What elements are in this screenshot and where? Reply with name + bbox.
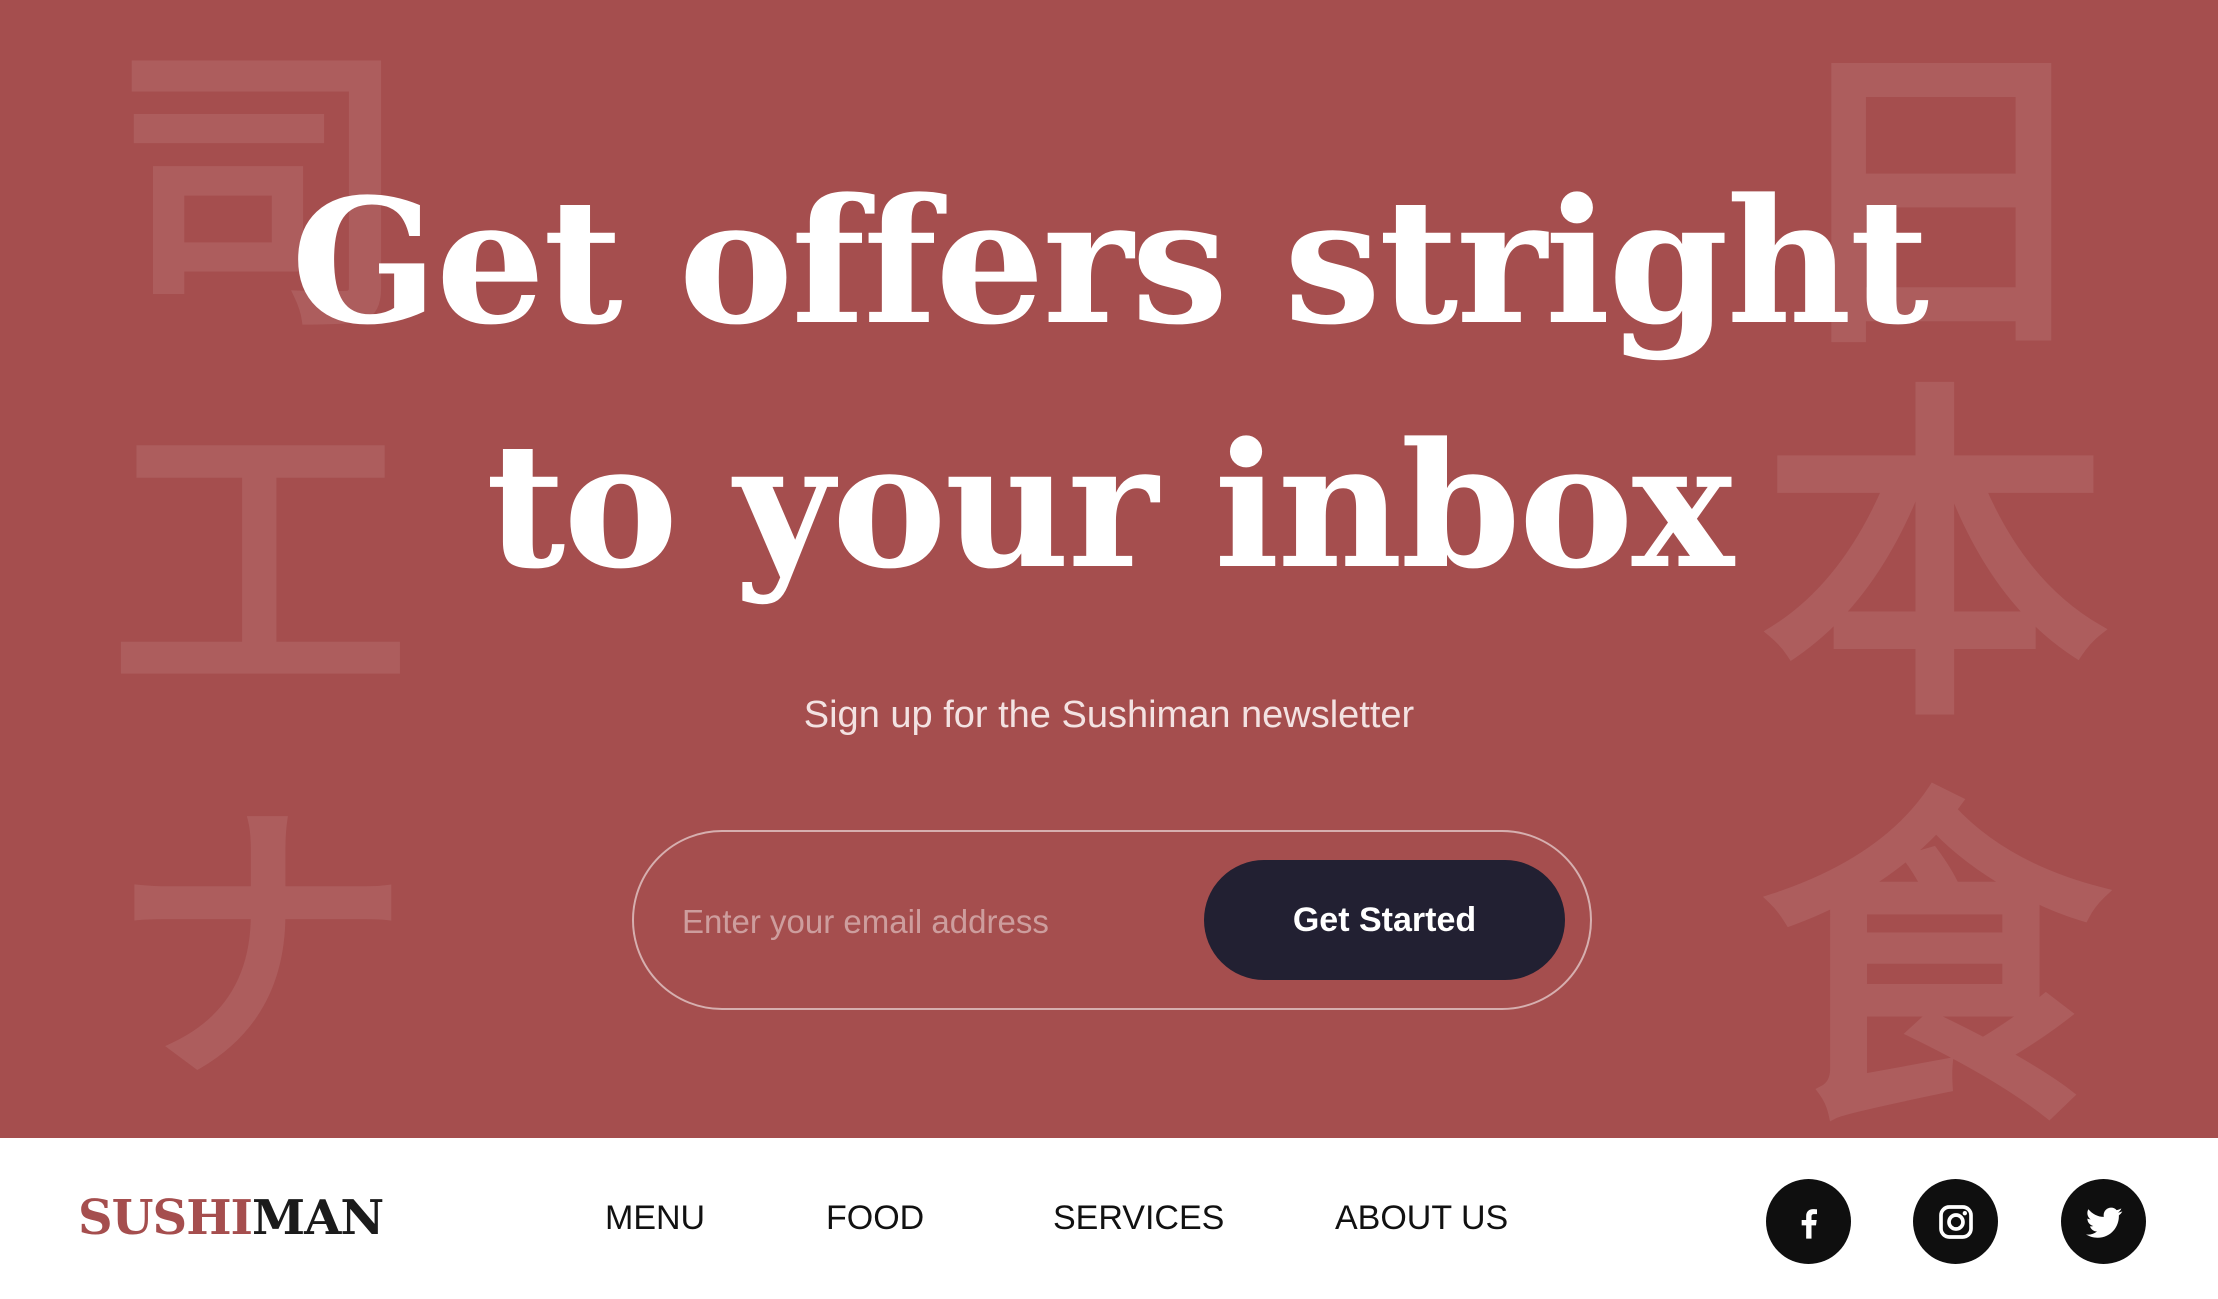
facebook-icon <box>1801 1208 1817 1239</box>
nav-link-food[interactable]: FOOD <box>826 1196 924 1240</box>
email-input[interactable] <box>682 887 1202 957</box>
newsletter-form: Get Started <box>632 830 1592 1010</box>
headline-line-2: to your inbox <box>485 404 1734 607</box>
nav-link-services[interactable]: SERVICES <box>1053 1196 1224 1240</box>
get-started-button[interactable]: Get Started <box>1204 860 1565 980</box>
instagram-icon <box>1938 1204 1973 1239</box>
logo-part-man: MAN <box>252 1190 384 1246</box>
facebook-link[interactable] <box>1766 1179 1851 1264</box>
decorative-kanji: 食 <box>1760 761 2110 1138</box>
site-footer: SUSHIMAN MENU FOOD SERVICES ABOUT US <box>0 1138 2218 1299</box>
newsletter-hero: 司 工 ナ 日 本 食 Get offers stright to your i… <box>0 0 2218 1138</box>
instagram-link[interactable] <box>1913 1179 1998 1264</box>
nav-link-about-us[interactable]: ABOUT US <box>1335 1196 1508 1240</box>
headline-line-1: Get offers stright <box>290 160 1929 363</box>
hero-headline: Get offers stright to your inbox <box>0 140 2218 628</box>
twitter-link[interactable] <box>2061 1179 2146 1264</box>
nav-link-menu[interactable]: MENU <box>605 1196 705 1240</box>
site-logo[interactable]: SUSHIMAN <box>78 1186 384 1250</box>
twitter-icon <box>2085 1207 2122 1238</box>
decorative-kanji: ナ <box>110 775 410 1124</box>
logo-part-sushi: SUSHI <box>78 1190 253 1246</box>
hero-subtitle: Sign up for the Sushiman newsletter <box>803 694 1415 736</box>
